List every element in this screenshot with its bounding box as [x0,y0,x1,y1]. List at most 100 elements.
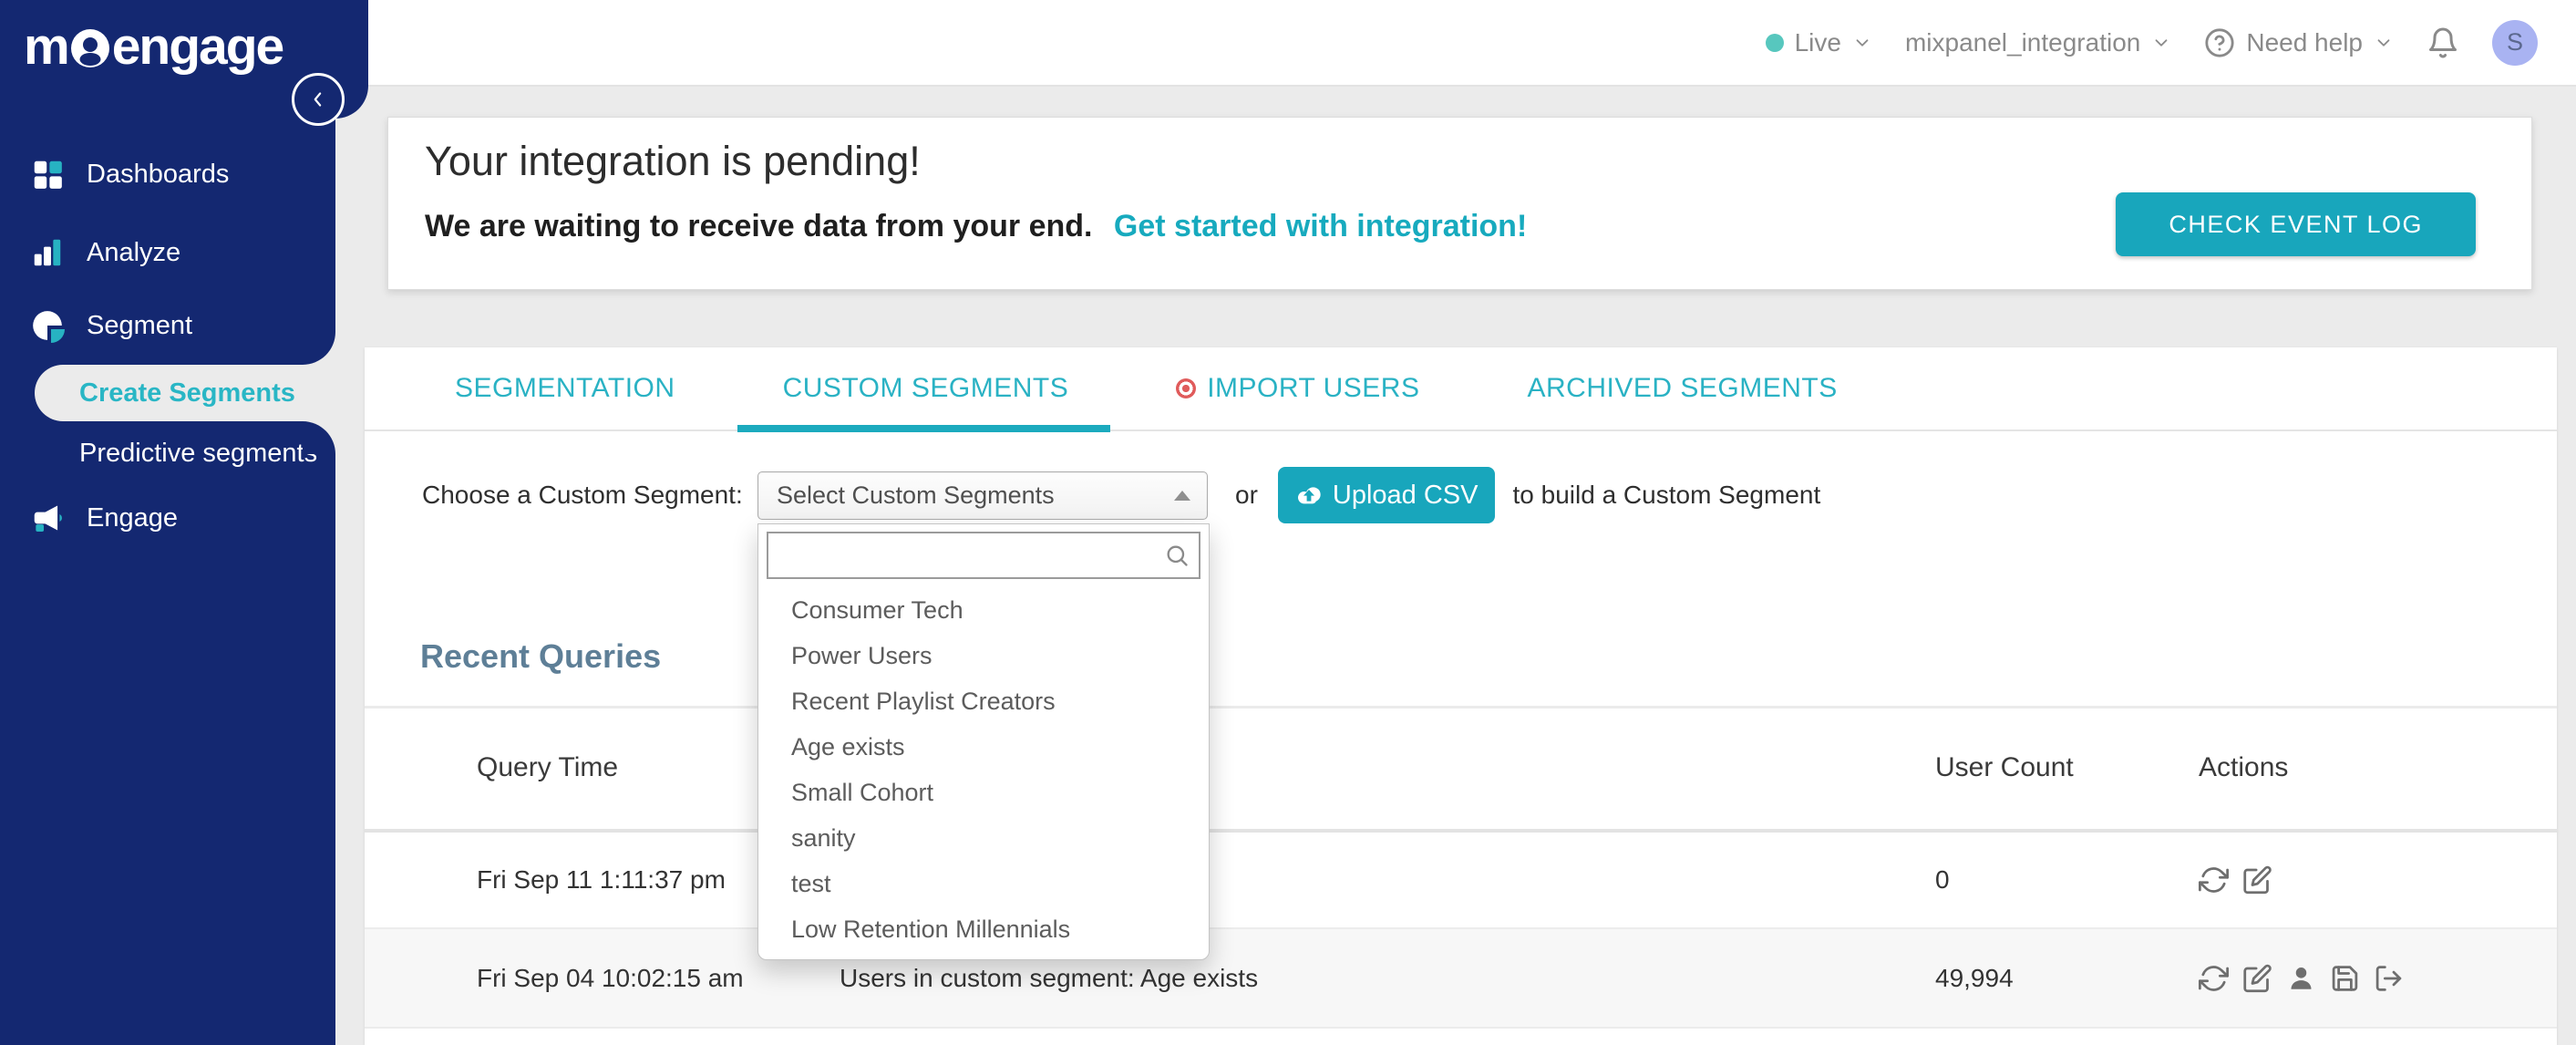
picker-label: Choose a Custom Segment: [422,481,743,509]
sidebar-item-predictive-segments[interactable]: Predictive segments [0,428,335,479]
logo-o-person-icon [70,29,109,67]
tab-label: CUSTOM SEGMENTS [782,373,1069,403]
column-header-actions: Actions [2199,752,2289,782]
sidebar-item-label: Engage [87,502,178,533]
edit-icon[interactable] [2242,865,2272,895]
megaphone-icon [34,505,62,533]
triangle-up-icon [1174,490,1190,501]
edit-icon[interactable] [2242,963,2272,993]
help-label: Need help [2246,27,2363,57]
user-avatar[interactable]: S [2492,19,2538,66]
sidebar-item-label: Analyze [87,237,181,267]
tab-label: SEGMENTATION [455,373,675,403]
dropdown-search-box [767,532,1200,579]
save-icon[interactable] [2330,963,2360,993]
sidebar-item-label: Create Segments [79,378,295,408]
logo-text-prefix: m [24,17,70,76]
select-value: Select Custom Segments [777,481,1055,509]
sidebar-item-segment[interactable]: Segment [0,300,335,351]
column-header-query-time: Query Time [477,752,619,782]
table-row: Fri Sep 11 1:11:37 pm 0 [365,833,2557,929]
tab-segmentation[interactable]: SEGMENTATION [455,347,675,430]
user-count-cell: 0 [1935,865,1950,894]
segment-picker-row: Choose a Custom Segment: Select Custom S… [422,467,1820,523]
app-switcher[interactable]: mixpanel_integration [1905,28,2171,57]
pie-chart-icon [33,311,65,343]
segment-option[interactable]: Age exists [758,724,1209,770]
banner-message: We are waiting to receive data from your… [425,209,1527,244]
sidebar-item-label: Predictive segments [79,438,318,468]
import-users-bullet-icon [1176,378,1197,398]
picker-suffix: to build a Custom Segment [1512,481,1821,509]
get-started-link[interactable]: Get started with integration! [1114,209,1527,243]
table-row: Fri Sep 04 10:02:15 am Users in custom se… [365,929,2557,1029]
segment-option[interactable]: Power Users [758,633,1209,678]
sidebar-item-engage[interactable]: Engage [0,492,335,543]
logo-text-suffix: engage [111,17,285,76]
question-circle-icon [2204,27,2235,58]
actions-cell [2199,963,2404,993]
tab-custom-segments[interactable]: CUSTOM SEGMENTS [737,347,1110,432]
sidebar-item-label: Segment [87,310,193,340]
moengage-logo: m engage [24,16,285,77]
or-text: or [1235,481,1258,509]
table-header: Query Time User Count Actions [365,709,2557,829]
cloud-upload-icon [1297,487,1321,504]
actions-cell [2199,865,2272,895]
banner-message-text: We are waiting to receive data from your… [425,209,1093,243]
segment-option[interactable]: Small Cohort [758,770,1209,815]
column-header-user-count: User Count [1935,752,2074,782]
segments-card: SEGMENTATION CUSTOM SEGMENTS IMPORT USER… [365,347,2557,1045]
user-count-cell: 49,994 [1935,963,2014,992]
segment-option[interactable]: test [758,861,1209,906]
segment-options-list: Consumer Tech Power Users Recent Playlist … [758,587,1209,952]
tab-archived-segments[interactable]: ARCHIVED SEGMENTS [1527,347,1837,430]
chevron-down-icon [2374,33,2394,53]
segment-option[interactable]: Consumer Tech [758,587,1209,633]
check-event-log-button[interactable]: CHECK EVENT LOG [2116,192,2476,256]
query-time-cell: Fri Sep 04 10:02:15 am [477,963,744,992]
user-icon[interactable] [2286,963,2316,993]
upload-csv-button[interactable]: Upload CSV [1277,467,1495,523]
banner-title: Your integration is pending! [425,138,921,184]
environment-label: Live [1794,27,1841,57]
sidebar-item-dashboards[interactable]: Dashboards [0,149,335,200]
tab-bar: SEGMENTATION CUSTOM SEGMENTS IMPORT USER… [365,347,2557,432]
custom-segments-dropdown: Consumer Tech Power Users Recent Playlist … [757,523,1210,960]
environment-switcher[interactable]: Live [1765,27,1872,57]
sidebar-item-label: Dashboards [87,159,230,189]
segment-option[interactable]: sanity [758,815,1209,861]
search-icon [1164,543,1190,568]
integration-pending-banner: Your integration is pending! We are wait… [387,117,2532,290]
top-header: Live mixpanel_integration Need help S [335,0,2576,87]
sidebar-item-create-segments[interactable]: Create Segments [35,365,335,421]
bar-chart-icon [34,239,61,266]
recent-queries-title: Recent Queries [420,637,662,675]
chevron-left-icon [306,88,330,111]
dropdown-search-input[interactable] [768,533,1199,577]
live-status-dot [1765,33,1784,52]
chevron-down-icon [1852,33,1872,53]
segment-option[interactable]: Recent Playlist Creators [758,678,1209,724]
upload-csv-label: Upload CSV [1332,480,1479,510]
notifications-bell-icon[interactable] [2427,26,2459,59]
sidebar: m engage Dashboards Analyze Segment Crea… [0,0,335,1045]
refresh-icon[interactable] [2199,963,2229,993]
sidebar-item-analyze[interactable]: Analyze [0,227,335,278]
app-window: Live mixpanel_integration Need help S m … [0,0,2576,1045]
custom-segments-select[interactable]: Select Custom Segments [757,471,1208,520]
tab-label: IMPORT USERS [1207,373,1420,403]
query-time-cell: Fri Sep 11 1:11:37 pm [477,865,726,894]
app-name-label: mixpanel_integration [1904,27,2141,57]
sidebar-collapse-button[interactable] [292,73,345,126]
query-cell: Users in custom segment: Age exists [840,963,1259,992]
dashboard-grid-icon [34,160,62,189]
tab-import-users[interactable]: IMPORT USERS [1176,347,1419,430]
recent-queries-rows: Fri Sep 11 1:11:37 pm 0 Fri Sep 04 10:02:1… [365,833,2557,1029]
export-icon[interactable] [2374,963,2404,993]
help-menu[interactable]: Need help [2204,27,2394,58]
refresh-icon[interactable] [2199,865,2229,895]
chevron-down-icon [2151,33,2171,53]
tab-label: ARCHIVED SEGMENTS [1527,373,1838,403]
segment-option[interactable]: Low Retention Millennials [758,906,1209,952]
